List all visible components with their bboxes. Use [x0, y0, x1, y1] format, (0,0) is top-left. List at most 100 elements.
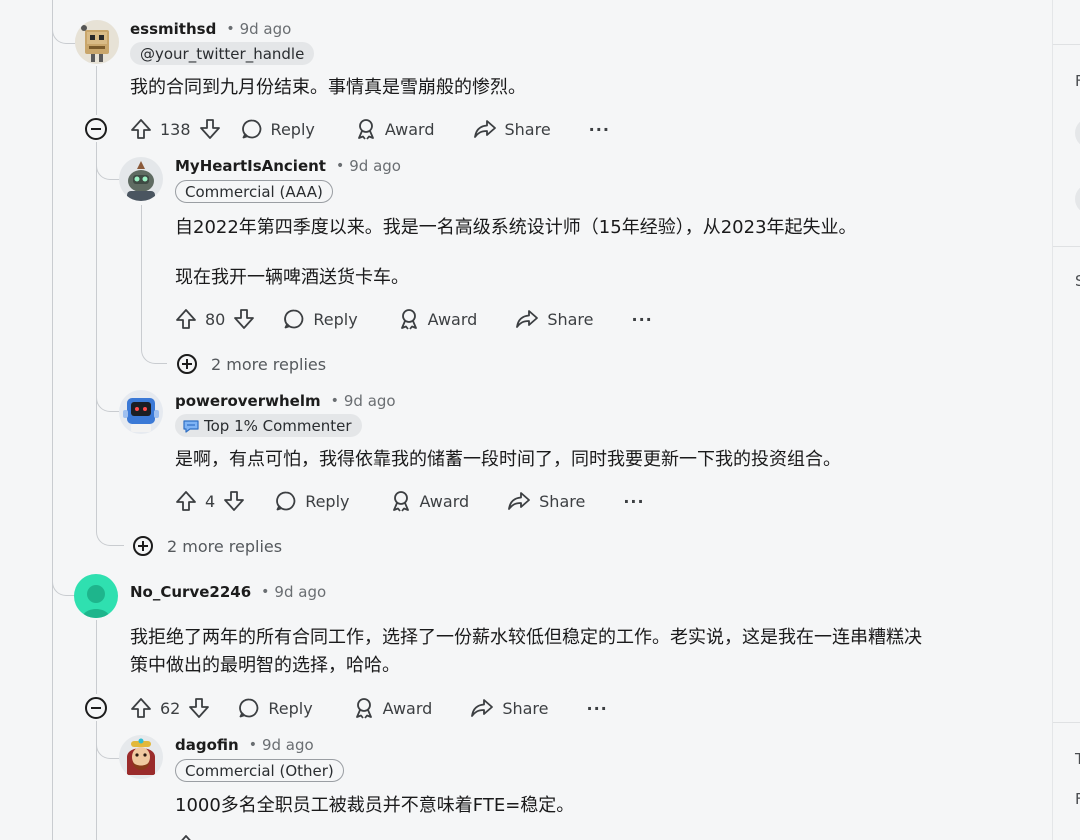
- comment-icon: [239, 698, 259, 718]
- timestamp[interactable]: 9d ago: [344, 392, 396, 410]
- avatar[interactable]: [119, 390, 163, 434]
- separator-dot: •: [330, 393, 339, 409]
- upvote-button[interactable]: [175, 490, 197, 512]
- upvote-icon: [181, 835, 191, 840]
- username[interactable]: No_Curve2246: [130, 583, 251, 601]
- share-icon: [516, 310, 539, 328]
- reply-button[interactable]: Reply: [275, 490, 350, 512]
- share-icon: [473, 120, 496, 138]
- award-button[interactable]: Award: [390, 490, 469, 512]
- timestamp[interactable]: 9d ago: [262, 736, 314, 754]
- user-flair: @your_twitter_handle: [130, 42, 315, 65]
- comment-body: 自2022年第四季度以来。我是一名高级系统设计师（15年经验），从2023年起失…: [175, 217, 857, 238]
- downvote-button[interactable]: [223, 490, 245, 512]
- comment-actions: 4 Reply Award Share ···: [175, 488, 645, 514]
- share-button[interactable]: Share: [473, 118, 551, 140]
- thread-line[interactable]: [96, 620, 97, 694]
- share-button[interactable]: Share: [470, 697, 548, 719]
- timestamp[interactable]: 9d ago: [349, 157, 401, 175]
- share-icon: [471, 699, 494, 717]
- avatar[interactable]: [119, 735, 163, 779]
- award-icon: [400, 309, 417, 330]
- downvote-button[interactable]: [233, 308, 255, 330]
- more-options-button[interactable]: ···: [589, 120, 610, 139]
- more-replies-button[interactable]: 2 more replies: [177, 353, 326, 375]
- share-button[interactable]: Share: [507, 490, 585, 512]
- upvote-icon: [131, 119, 151, 139]
- thread-connector: [141, 300, 167, 364]
- downvote-icon: [224, 491, 245, 511]
- comment-actions: 80 Reply Award Share ···: [175, 306, 653, 332]
- thread-line[interactable]: [141, 205, 142, 300]
- reply-button[interactable]: Reply: [283, 308, 358, 330]
- thread-connector: [52, 0, 76, 44]
- share-label: Share: [502, 698, 549, 718]
- comment-meta: essmithsd • 9d ago: [130, 18, 291, 40]
- comment-icon: [284, 309, 304, 329]
- upvote-icon: [131, 698, 151, 718]
- user-flair: Commercial (AAA): [175, 180, 333, 203]
- upvote-button[interactable]: [175, 308, 197, 330]
- award-label: Award: [427, 309, 478, 329]
- collapse-thread-button[interactable]: [85, 697, 107, 719]
- comment-meta: No_Curve2246 • 9d ago: [130, 581, 326, 603]
- comment-body: 我拒绝了两年的所有合同工作，选择了一份薪水较低但稳定的工作。老实说，这是我在一连…: [130, 627, 922, 648]
- reply-label: Reply: [268, 698, 313, 718]
- thread-connector: [52, 544, 76, 596]
- sidebar-avatar[interactable]: [1075, 118, 1080, 148]
- upvote-button[interactable]: [130, 697, 152, 719]
- upvote-icon: [176, 491, 196, 511]
- downvote-button[interactable]: [188, 697, 210, 719]
- timestamp[interactable]: 9d ago: [240, 20, 292, 38]
- avatar[interactable]: [75, 20, 119, 64]
- thread-line[interactable]: [52, 0, 53, 840]
- comment-actions: 138 Reply Award Share ···: [130, 116, 610, 142]
- username[interactable]: MyHeartIsAncient: [175, 157, 326, 175]
- separator-dot: •: [335, 158, 345, 174]
- comment-body: 1000多名全职员工被裁员并不意味着FTE=稳定。: [175, 795, 575, 816]
- username[interactable]: essmithsd: [130, 20, 216, 38]
- award-button[interactable]: Award: [355, 118, 435, 140]
- share-label: Share: [504, 119, 551, 139]
- award-icon: [357, 119, 374, 140]
- share-button[interactable]: Share: [515, 308, 593, 330]
- comment-body: 策中做出的最明智的选择，哈哈。: [130, 655, 400, 676]
- award-button[interactable]: Award: [398, 308, 478, 330]
- collapse-thread-button[interactable]: [85, 118, 107, 140]
- downvote-button[interactable]: [199, 118, 221, 140]
- downvote-icon: [199, 119, 220, 139]
- thread-connector: [96, 505, 124, 546]
- award-button[interactable]: Award: [353, 697, 432, 719]
- upvote-button[interactable]: [175, 834, 197, 840]
- sidebar-divider: [1053, 722, 1080, 723]
- more-options-button[interactable]: ···: [586, 699, 607, 718]
- reply-button[interactable]: Reply: [241, 118, 315, 140]
- thread-line[interactable]: [96, 143, 97, 505]
- user-flair: Commercial (Other): [175, 759, 344, 782]
- username[interactable]: poweroverwhelm: [175, 392, 321, 410]
- reply-label: Reply: [305, 491, 350, 511]
- sidebar-avatar[interactable]: [1075, 184, 1080, 214]
- award-icon: [392, 491, 409, 512]
- share-label: Share: [547, 309, 594, 329]
- comment-meta: poweroverwhelm • 9d ago: [175, 390, 396, 412]
- vote-count: 80: [205, 309, 226, 329]
- more-options-button[interactable]: ···: [623, 492, 644, 511]
- separator-dot: •: [261, 584, 270, 600]
- sidebar-text: F: [1075, 72, 1080, 90]
- sidebar-text: T: [1075, 750, 1080, 768]
- comment-body: 现在我开一辆啤酒送货卡车。: [175, 267, 409, 288]
- more-replies-button[interactable]: 2 more replies: [133, 535, 282, 557]
- username[interactable]: dagofin: [175, 736, 239, 754]
- upvote-button[interactable]: [130, 118, 152, 140]
- reply-button[interactable]: Reply: [238, 697, 313, 719]
- vote-count: 62: [160, 698, 181, 718]
- avatar[interactable]: [119, 157, 163, 201]
- timestamp[interactable]: 9d ago: [274, 583, 326, 601]
- thread-line[interactable]: [96, 66, 97, 115]
- flair-label: Top 1% Commenter: [204, 416, 352, 435]
- avatar[interactable]: [74, 574, 118, 618]
- vote-count: 4: [205, 491, 216, 511]
- reply-label: Reply: [270, 119, 315, 139]
- more-options-button[interactable]: ···: [631, 310, 652, 329]
